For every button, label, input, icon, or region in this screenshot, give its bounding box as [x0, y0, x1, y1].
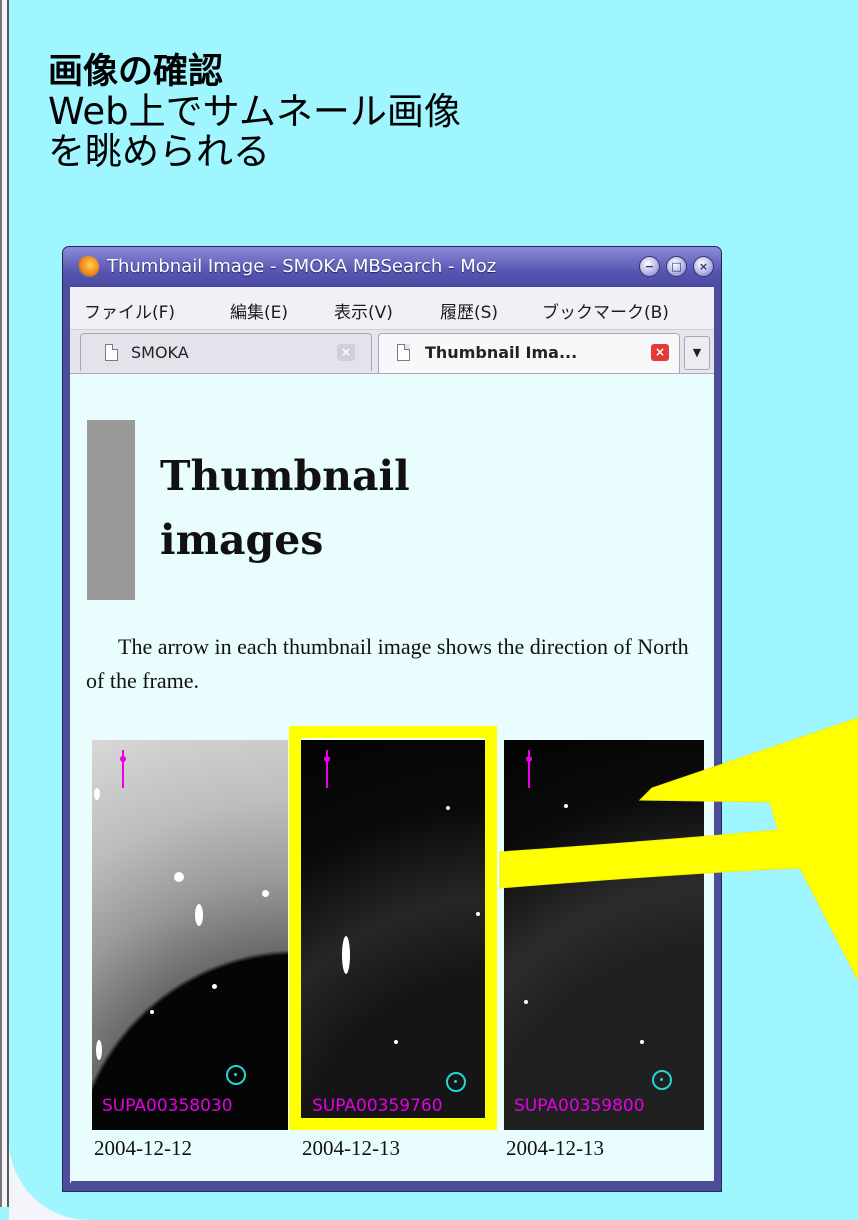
highlight-arrow	[499, 717, 858, 981]
